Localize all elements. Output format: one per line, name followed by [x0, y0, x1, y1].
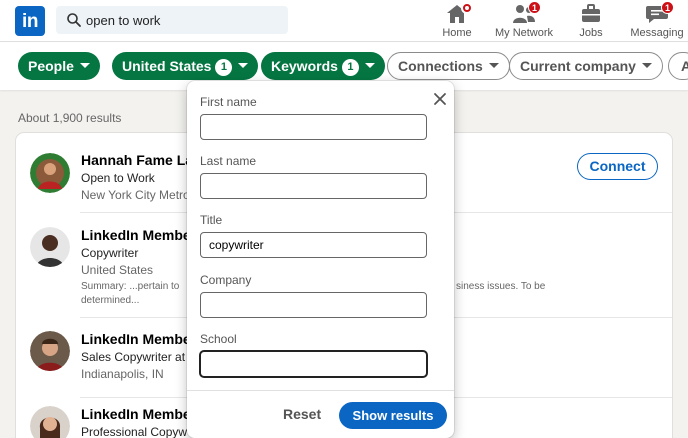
- result-headline: Professional Copyw: [81, 425, 188, 438]
- title-field[interactable]: [200, 232, 427, 258]
- company-field[interactable]: [200, 292, 427, 318]
- nav-my-network[interactable]: 1 My Network: [488, 1, 560, 40]
- results-count: About 1,900 results: [18, 111, 122, 125]
- filter-current-company[interactable]: Current company: [509, 52, 663, 80]
- filter-location[interactable]: United States 1: [112, 52, 259, 80]
- connect-button[interactable]: Connect: [577, 153, 658, 180]
- nav-jobs-label: Jobs: [579, 27, 603, 39]
- keywords-dropdown: First name Last name Title Company Schoo…: [187, 81, 454, 438]
- chevron-down-icon: [364, 63, 375, 68]
- result-name[interactable]: LinkedIn Member: [81, 331, 196, 347]
- network-icon: 1: [512, 1, 541, 24]
- last-name-label: Last name: [200, 154, 257, 168]
- summary-line: determined...: [81, 295, 140, 306]
- nav-jobs[interactable]: Jobs: [555, 2, 627, 40]
- search-icon: [67, 13, 81, 27]
- avatar[interactable]: [30, 153, 70, 193]
- result-summary-cont: siness issues. To be: [456, 281, 546, 292]
- show-results-button[interactable]: Show results: [339, 402, 447, 429]
- nav-messaging[interactable]: 1 Messaging: [621, 1, 688, 40]
- company-label: Company: [200, 273, 252, 287]
- filter-people-label: People: [28, 58, 74, 74]
- result-headline: Sales Copywriter at: [81, 350, 186, 364]
- filter-all[interactable]: A: [668, 52, 688, 80]
- last-name-field[interactable]: [200, 173, 427, 199]
- result-location: Indianapolis, IN: [81, 367, 164, 381]
- messaging-badge: 1: [661, 1, 674, 14]
- filter-keywords-label: Keywords: [271, 58, 338, 74]
- result-headline: Open to Work: [81, 171, 155, 185]
- search-input[interactable]: open to work: [86, 13, 160, 28]
- first-name-field[interactable]: [200, 114, 427, 140]
- avatar[interactable]: [30, 227, 70, 267]
- result-name[interactable]: LinkedIn Member: [81, 227, 196, 243]
- chevron-down-icon: [238, 63, 249, 68]
- chevron-down-icon: [79, 63, 90, 68]
- messaging-icon: 1: [645, 1, 674, 24]
- school-field[interactable]: [200, 351, 427, 377]
- chevron-down-icon: [641, 63, 652, 68]
- filter-current-company-label: Current company: [520, 58, 636, 74]
- notification-dot: [461, 2, 473, 14]
- first-name-label: First name: [200, 95, 257, 109]
- chevron-down-icon: [488, 63, 499, 68]
- nav-home[interactable]: Home: [421, 2, 493, 40]
- network-badge: 1: [528, 1, 541, 14]
- filter-people[interactable]: People: [18, 52, 100, 80]
- home-icon: [445, 2, 473, 24]
- filter-all-label: A: [681, 58, 688, 74]
- filter-connections[interactable]: Connections: [387, 52, 510, 80]
- filter-keywords-count: 1: [341, 59, 359, 76]
- filter-keywords[interactable]: Keywords 1: [261, 52, 385, 80]
- close-icon[interactable]: [432, 91, 448, 107]
- result-location: United States: [81, 263, 154, 277]
- briefcase-icon: [579, 4, 603, 24]
- dropdown-footer: Reset Show results: [187, 390, 454, 438]
- nav-home-label: Home: [442, 27, 472, 39]
- title-label: Title: [200, 213, 223, 227]
- search-bar[interactable]: open to work: [56, 6, 288, 34]
- result-summary: Summary: ...pertain to determined...: [81, 280, 179, 308]
- school-label: School: [200, 332, 237, 346]
- summary-line: Summary: ...pertain to: [81, 281, 180, 292]
- result-headline: Copywriter: [81, 246, 139, 260]
- reset-button[interactable]: Reset: [283, 406, 321, 422]
- avatar[interactable]: [30, 406, 70, 438]
- result-name[interactable]: Hannah Fame Las: [81, 152, 201, 168]
- top-nav: in open to work Home 1 My Network Jobs 1…: [0, 0, 688, 42]
- result-name[interactable]: LinkedIn Member: [81, 406, 196, 422]
- nav-my-network-label: My Network: [494, 27, 554, 39]
- filter-location-count: 1: [215, 59, 233, 76]
- linkedin-logo[interactable]: in: [15, 6, 45, 36]
- filter-connections-label: Connections: [398, 58, 483, 74]
- filter-location-label: United States: [122, 58, 212, 74]
- result-location: New York City Metro: [81, 188, 190, 202]
- nav-messaging-label: Messaging: [630, 27, 684, 39]
- avatar[interactable]: [30, 331, 70, 371]
